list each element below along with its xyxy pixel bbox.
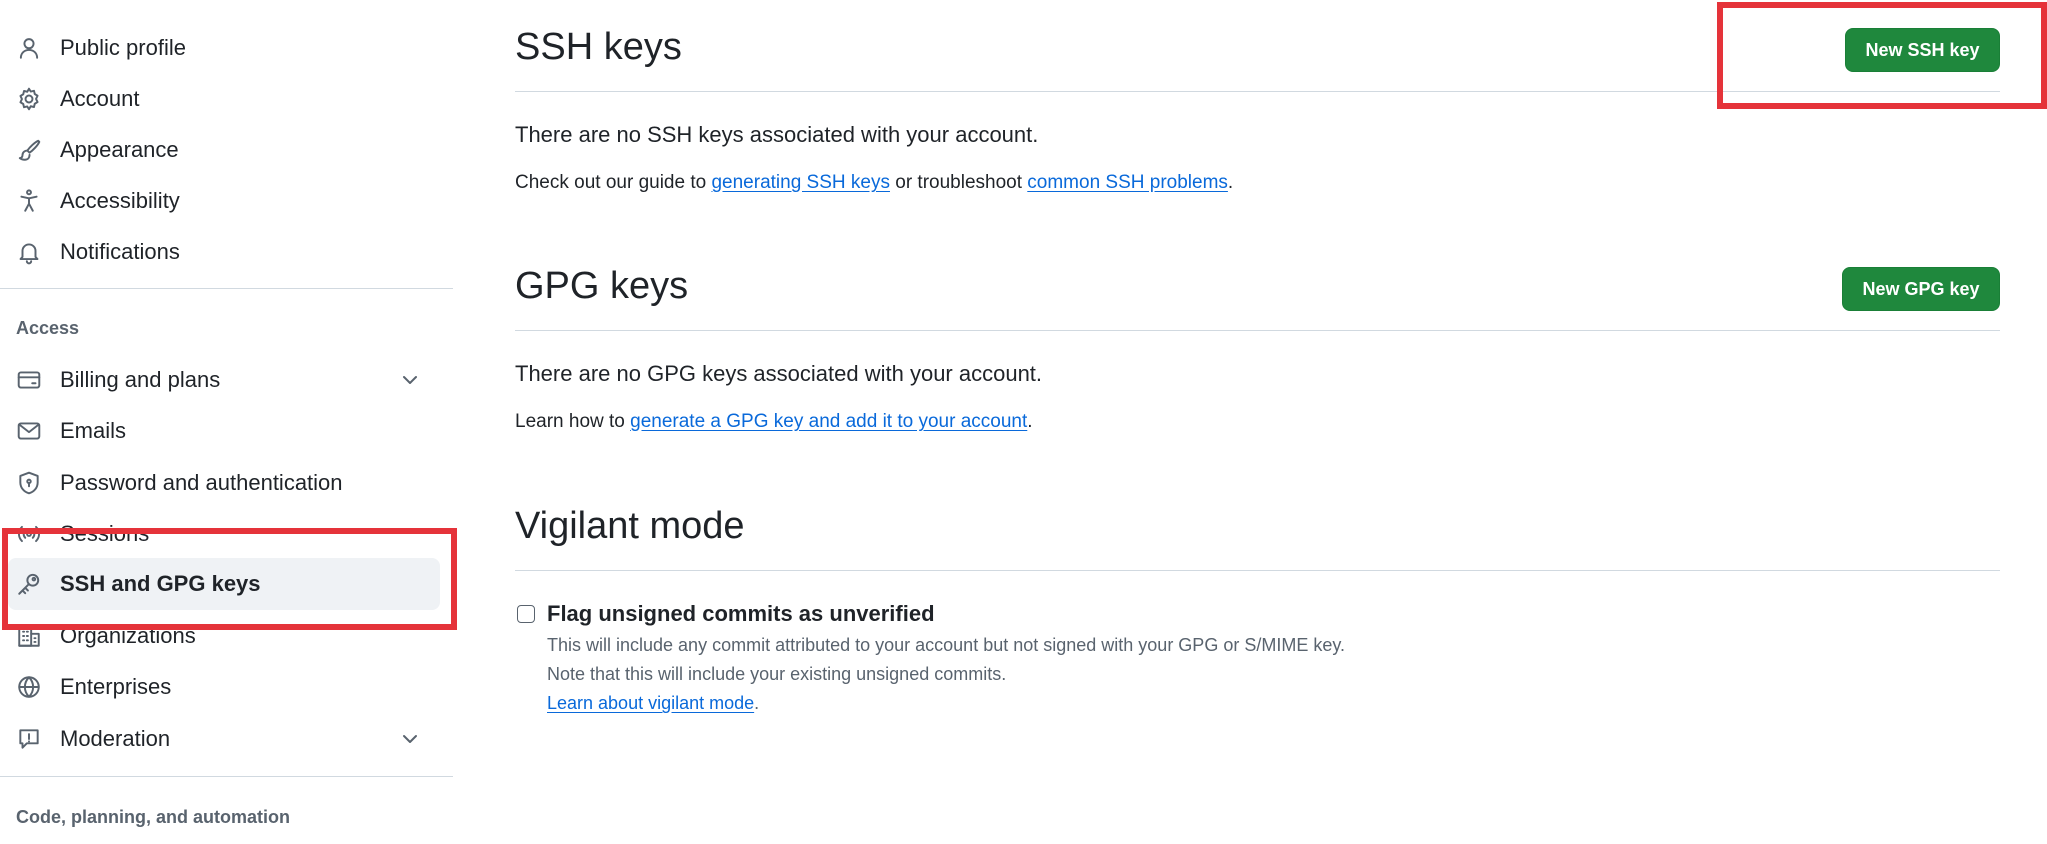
sidebar-item-moderation[interactable]: Moderation xyxy=(8,713,440,765)
sidebar-item-label: Sessions xyxy=(60,521,150,546)
sidebar-item-ssh-gpg-keys[interactable]: SSH and GPG keys xyxy=(8,558,440,610)
sidebar-item-label: Billing and plans xyxy=(60,367,221,392)
report-icon xyxy=(14,724,44,754)
chevron-down-icon[interactable] xyxy=(398,727,422,751)
flag-unsigned-commits-checkbox[interactable] xyxy=(517,605,535,623)
sidebar-divider xyxy=(0,288,453,289)
shield-lock-icon xyxy=(14,468,44,498)
generating-ssh-keys-link[interactable]: generating SSH keys xyxy=(711,172,890,193)
chevron-down-icon[interactable] xyxy=(398,368,422,392)
globe-icon xyxy=(14,672,44,702)
sidebar-item-label: Accessibility xyxy=(60,188,180,213)
person-icon xyxy=(14,33,44,63)
sidebar-item-notifications[interactable]: Notifications xyxy=(8,226,440,278)
new-gpg-key-button[interactable]: New GPG key xyxy=(1842,267,2000,311)
vigilant-mode-heading: Vigilant mode xyxy=(515,505,745,547)
new-ssh-key-button[interactable]: New SSH key xyxy=(1845,28,2000,72)
learn-vigilant-mode-link[interactable]: Learn about vigilant mode xyxy=(547,693,754,713)
sidebar-item-appearance[interactable]: Appearance xyxy=(8,124,440,176)
gpg-empty-message: There are no GPG keys associated with yo… xyxy=(515,361,1043,386)
sidebar-item-label: Emails xyxy=(60,418,127,443)
vigilant-description: This will include any commit attributed … xyxy=(547,635,1346,655)
mail-icon xyxy=(14,416,44,446)
vigilant-note: Note that this will include your existin… xyxy=(547,664,1007,684)
key-icon xyxy=(14,569,44,599)
sidebar-item-public-profile[interactable]: Public profile xyxy=(8,22,440,74)
section-divider xyxy=(515,91,2000,92)
accessibility-icon xyxy=(14,186,44,216)
sidebar-group-heading: Access xyxy=(16,318,80,338)
bell-icon xyxy=(14,237,44,267)
sidebar-group-heading: Code, planning, and automation xyxy=(16,807,290,827)
sidebar-item-organizations[interactable]: Organizations xyxy=(8,610,440,662)
sidebar-item-password-authentication[interactable]: Password and authentication xyxy=(8,457,440,509)
sidebar-item-label: SSH and GPG keys xyxy=(60,571,261,596)
sidebar-item-label: Notifications xyxy=(60,239,180,264)
sidebar-divider xyxy=(0,776,453,777)
ssh-guide-text: Check out our guide to generating SSH ke… xyxy=(515,172,1234,193)
sidebar-item-label: Appearance xyxy=(60,137,179,162)
sidebar-item-label: Enterprises xyxy=(60,674,172,699)
organization-icon xyxy=(14,621,44,651)
sidebar-item-label: Public profile xyxy=(60,35,186,60)
settings-sidebar: Public profile Account Appearance Access… xyxy=(0,0,453,844)
broadcast-icon xyxy=(14,519,44,549)
section-divider xyxy=(515,330,2000,331)
sidebar-item-account[interactable]: Account xyxy=(8,73,440,125)
common-ssh-problems-link[interactable]: common SSH problems xyxy=(1027,172,1228,193)
flag-unsigned-commits-label[interactable]: Flag unsigned commits as unverified xyxy=(547,601,935,627)
gpg-learn-text: Learn how to generate a GPG key and add … xyxy=(515,411,1033,432)
sidebar-item-label: Password and authentication xyxy=(60,470,343,495)
section-divider xyxy=(515,570,2000,571)
sidebar-item-label: Moderation xyxy=(60,726,171,751)
sidebar-item-sessions[interactable]: Sessions xyxy=(8,508,440,560)
ssh-keys-heading: SSH keys xyxy=(515,26,682,68)
sidebar-item-label: Account xyxy=(60,86,140,111)
generate-gpg-key-link[interactable]: generate a GPG key and add it to your ac… xyxy=(630,411,1027,432)
vigilant-learn-text: Learn about vigilant mode. xyxy=(547,693,760,713)
sidebar-item-enterprises[interactable]: Enterprises xyxy=(8,661,440,713)
ssh-empty-message: There are no SSH keys associated with yo… xyxy=(515,122,1039,147)
sidebar-item-accessibility[interactable]: Accessibility xyxy=(8,175,440,227)
gpg-keys-heading: GPG keys xyxy=(515,265,689,307)
credit-card-icon xyxy=(14,365,44,395)
sidebar-item-label: Organizations xyxy=(60,623,196,648)
gear-icon xyxy=(14,84,44,114)
sidebar-item-emails[interactable]: Emails xyxy=(8,405,440,457)
sidebar-item-billing[interactable]: Billing and plans xyxy=(8,354,440,406)
paintbrush-icon xyxy=(14,135,44,165)
